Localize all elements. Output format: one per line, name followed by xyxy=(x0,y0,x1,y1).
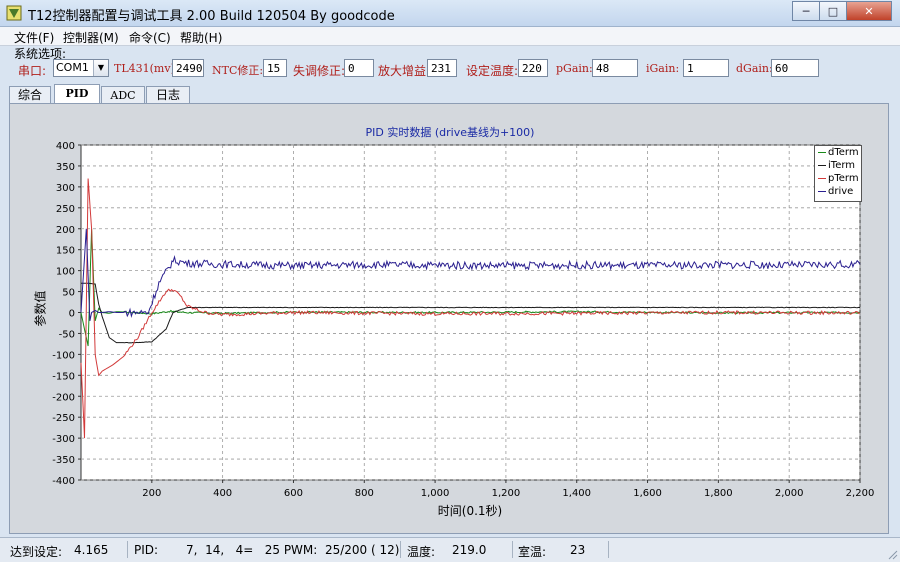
x-tick-label: 1,000 xyxy=(421,488,450,499)
x-tick-label: 1,800 xyxy=(704,488,733,499)
temp-label: 温度: xyxy=(407,545,436,559)
y-tick-label: -50 xyxy=(59,329,75,340)
y-tick-label: -400 xyxy=(52,476,75,487)
y-tick-label: -300 xyxy=(52,434,75,445)
y-tick-label: 0 xyxy=(69,309,75,320)
temp-value: 219.0 xyxy=(452,543,487,557)
y-tick-label: 300 xyxy=(56,183,75,194)
y-tick-label: -200 xyxy=(52,392,75,403)
y-tick-label: 250 xyxy=(56,204,75,215)
status-bar: 达到设定: 4.165 PID: 7, 14, 4= 25 PWM: 25/20… xyxy=(0,537,900,562)
y-tick-label: -100 xyxy=(52,350,75,361)
y-tick-label: 400 xyxy=(56,141,75,152)
reach-value: 4.165 xyxy=(74,543,109,557)
y-tick-label: 350 xyxy=(56,162,75,173)
y-tick-label: 50 xyxy=(62,288,75,299)
x-tick-label: 200 xyxy=(142,488,161,499)
y-tick-label: 100 xyxy=(56,267,75,278)
reach-label: 达到设定: xyxy=(10,545,63,559)
x-tick-label: 2,200 xyxy=(846,488,875,499)
x-tick-label: 1,600 xyxy=(633,488,662,499)
x-tick-label: 1,400 xyxy=(562,488,591,499)
x-tick-label: 2,000 xyxy=(775,488,804,499)
room-label: 室温: xyxy=(518,545,547,559)
x-tick-label: 800 xyxy=(355,488,374,499)
room-value: 23 xyxy=(570,543,586,557)
pid-value: 7, 14, 4= 25 PWM: 25/200 ( 12) xyxy=(186,543,400,557)
resize-grip-icon[interactable] xyxy=(886,548,898,560)
legend-iterm: iTerm xyxy=(818,160,855,171)
y-tick-label: -150 xyxy=(52,371,75,382)
legend-drive: drive xyxy=(818,186,853,197)
pid-label: PID: xyxy=(134,543,159,557)
x-tick-label: 600 xyxy=(284,488,303,499)
pid-chart: -400 -350 -300 -250 -200 -150 -100 -50 0 50 100 150… xyxy=(52,141,875,499)
x-tick-label: 400 xyxy=(213,488,232,499)
y-tick-label: -250 xyxy=(52,413,75,424)
legend-dterm: dTerm xyxy=(818,147,859,158)
chart-legend: dTerm iTerm pTerm drive xyxy=(814,145,862,202)
y-tick-label: 200 xyxy=(56,225,75,236)
y-tick-label: -350 xyxy=(52,455,75,466)
legend-pterm: pTerm xyxy=(818,173,859,184)
y-tick-label: 150 xyxy=(56,246,75,257)
x-tick-label: 1,200 xyxy=(492,488,521,499)
